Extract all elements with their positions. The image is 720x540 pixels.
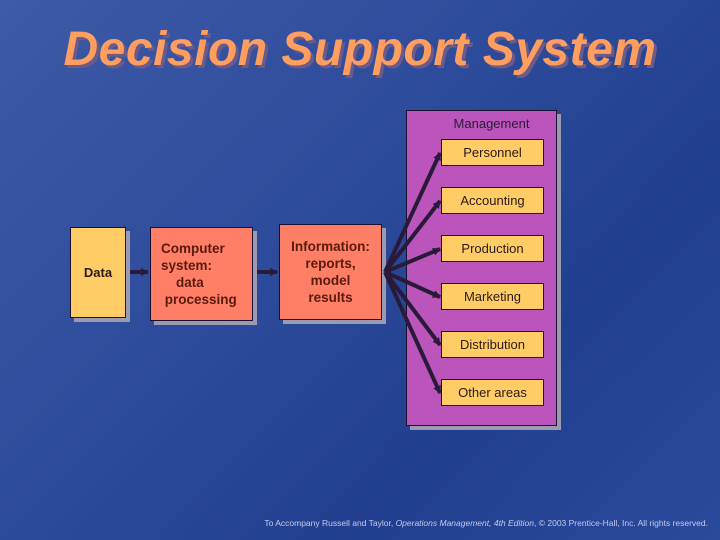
computer-system-box: Computer system: data processing — [150, 227, 253, 321]
information-label: Information: reports, model results — [291, 239, 370, 305]
computer-system-label: Computer system: data processing — [161, 241, 237, 307]
footer-suffix: , © 2003 Prentice-Hall, Inc. All rights … — [534, 518, 708, 528]
area-label: Personnel — [463, 145, 522, 160]
copyright-footer: To Accompany Russell and Taylor, Operati… — [264, 518, 708, 528]
area-label: Accounting — [460, 193, 525, 208]
area-box-other-areas: Other areas — [441, 379, 544, 406]
data-box: Data — [70, 227, 126, 318]
footer-prefix: To Accompany Russell and Taylor, — [264, 518, 396, 528]
area-box-distribution: Distribution — [441, 331, 544, 358]
area-label: Distribution — [459, 337, 526, 352]
area-box-production: Production — [441, 235, 544, 262]
slide-title: Decision Support System — [63, 23, 657, 76]
footer-book-title: Operations Management, 4th Edition — [395, 518, 535, 528]
area-box-accounting: Accounting — [441, 187, 544, 214]
data-box-label: Data — [83, 265, 113, 280]
information-box: Information: reports, model results — [279, 224, 382, 320]
area-label: Marketing — [463, 289, 522, 304]
area-label: Other areas — [458, 385, 527, 400]
management-label: Management — [453, 116, 530, 131]
area-label: Production — [461, 241, 524, 256]
area-box-personnel: Personnel — [441, 139, 544, 166]
area-box-marketing: Marketing — [441, 283, 544, 310]
